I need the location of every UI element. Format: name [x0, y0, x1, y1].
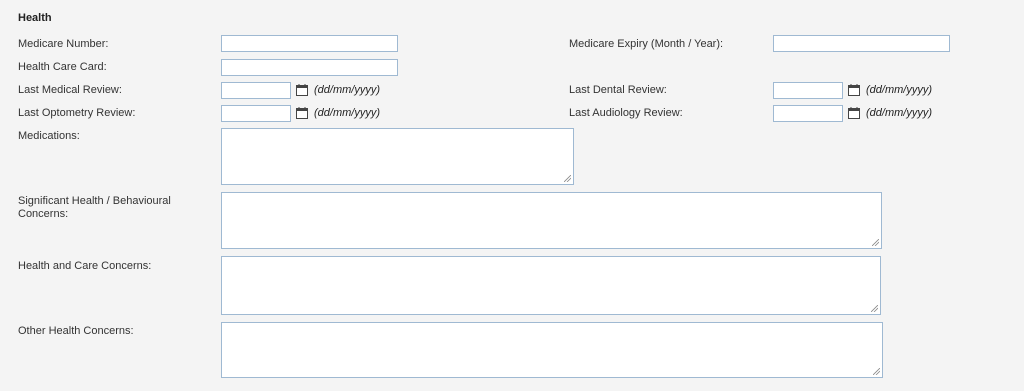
- last-optometry-review-input[interactable]: [221, 105, 291, 122]
- significant-concerns-label-line2: Concerns:: [18, 208, 69, 220]
- significant-concerns-label: Significant Health / Behavioural Concern…: [18, 195, 171, 221]
- date-format-hint: (dd/mm/yyyy): [866, 84, 932, 96]
- calendar-icon[interactable]: [296, 84, 308, 96]
- medicare-number-label: Medicare Number:: [18, 38, 109, 50]
- significant-concerns-textarea[interactable]: [221, 192, 882, 249]
- health-care-card-label: Health Care Card:: [18, 61, 107, 73]
- other-health-concerns-textarea[interactable]: [221, 322, 883, 378]
- other-health-concerns-label: Other Health Concerns:: [18, 325, 134, 337]
- medicare-expiry-label: Medicare Expiry (Month / Year):: [569, 38, 724, 50]
- calendar-icon[interactable]: [848, 107, 860, 119]
- section-title: Health: [18, 12, 52, 24]
- medications-textarea[interactable]: [221, 128, 574, 185]
- date-format-hint: (dd/mm/yyyy): [314, 107, 380, 119]
- resize-grip-icon[interactable]: [871, 305, 878, 312]
- medicare-expiry-input[interactable]: [773, 35, 950, 52]
- last-audiology-review-input[interactable]: [773, 105, 843, 122]
- last-medical-review-label: Last Medical Review:: [18, 84, 122, 96]
- health-care-concerns-label: Health and Care Concerns:: [18, 260, 152, 272]
- resize-grip-icon[interactable]: [564, 175, 571, 182]
- medicare-number-input[interactable]: [221, 35, 398, 52]
- calendar-icon[interactable]: [296, 107, 308, 119]
- last-optometry-review-label: Last Optometry Review:: [18, 107, 136, 119]
- date-format-hint: (dd/mm/yyyy): [866, 107, 932, 119]
- health-care-card-input[interactable]: [221, 59, 398, 76]
- calendar-icon[interactable]: [848, 84, 860, 96]
- last-medical-review-input[interactable]: [221, 82, 291, 99]
- last-dental-review-input[interactable]: [773, 82, 843, 99]
- significant-concerns-label-line1: Significant Health / Behavioural: [18, 195, 171, 207]
- date-format-hint: (dd/mm/yyyy): [314, 84, 380, 96]
- medications-label: Medications:: [18, 130, 80, 142]
- health-care-concerns-textarea[interactable]: [221, 256, 881, 315]
- resize-grip-icon[interactable]: [872, 239, 879, 246]
- last-audiology-review-label: Last Audiology Review:: [569, 107, 683, 119]
- last-dental-review-label: Last Dental Review:: [569, 84, 667, 96]
- resize-grip-icon[interactable]: [873, 368, 880, 375]
